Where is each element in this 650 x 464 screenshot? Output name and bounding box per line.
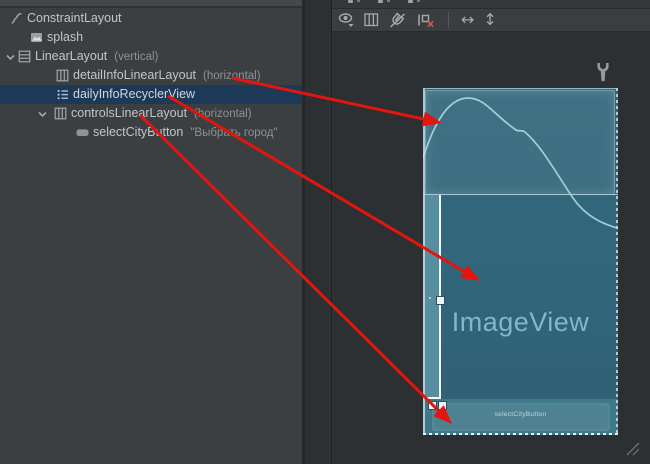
resize-handle-bottom-left[interactable] <box>428 401 437 410</box>
cutoff-caret-icon <box>357 0 360 2</box>
image-view-icon <box>30 31 43 44</box>
component-tree-panel: ConstraintLayoutsplashLinearLayout(verti… <box>0 0 302 464</box>
cutoff-icon <box>408 0 413 3</box>
clear-all-constraints-icon[interactable] <box>416 10 436 30</box>
tree-item-daily-info-recycler-view[interactable]: dailyInfoRecyclerView <box>0 85 302 104</box>
cutoff-icon <box>348 0 353 3</box>
cutoff-caret-icon <box>417 0 420 2</box>
tree-item-splash[interactable]: splash <box>0 28 302 47</box>
device-canvas[interactable]: ImageView selectCityButton <box>423 88 618 435</box>
tree-item-select-city-button[interactable]: selectCityButton"Выбрать город" <box>0 123 302 142</box>
tree-item-constraint-layout[interactable]: ConstraintLayout <box>0 9 302 28</box>
button-icon <box>76 126 89 139</box>
tree-item-label: detailInfoLinearLayout(horizontal) <box>73 66 261 86</box>
cutoff-caret-icon <box>387 0 390 2</box>
pan-horizontal-icon[interactable]: ↔ <box>461 10 474 30</box>
tree-item-linear-layout[interactable]: LinearLayout(vertical) <box>0 47 302 66</box>
cutoff-icon <box>378 0 383 3</box>
view-options-eye-icon[interactable] <box>338 10 355 30</box>
tree-item-meta: "Выбрать город" <box>190 127 277 139</box>
recycler-view-icon <box>56 88 69 101</box>
tree-item-label: dailyInfoRecyclerView <box>73 85 195 104</box>
panel-splitter[interactable] <box>302 0 305 464</box>
wrench-icon[interactable] <box>596 62 611 82</box>
chevron-down-icon[interactable] <box>36 108 49 121</box>
panel-top-strip <box>0 0 302 8</box>
resize-handle-bottom-right[interactable] <box>438 401 447 410</box>
resize-handle-mid[interactable] <box>436 296 445 305</box>
linear-layout-horizontal-icon <box>56 69 69 82</box>
linear-layout-horizontal-icon <box>54 107 67 120</box>
tree-item-meta: (vertical) <box>114 51 158 63</box>
canvas-right-dashed-edge <box>616 88 618 435</box>
tree-item-label: LinearLayout(vertical) <box>35 47 158 67</box>
surface-resize-grip-icon[interactable] <box>623 439 641 457</box>
tree-item-label: controlsLinearLayout(horizontal) <box>71 104 252 124</box>
toolbar-separator <box>448 12 449 28</box>
toolbar-cutoff-strip <box>332 0 650 9</box>
pane-edge-line <box>331 0 332 464</box>
anchor-dot <box>429 297 431 299</box>
canvas-left-edge <box>423 88 425 435</box>
switch-orientation-icon[interactable] <box>364 10 379 30</box>
tree-item-label: selectCityButton"Выбрать город" <box>93 123 278 143</box>
design-toolbar: ↔↕ <box>332 0 650 32</box>
splash-wave-curve <box>423 88 618 435</box>
autoconnect-off-magnet-icon[interactable] <box>388 10 407 30</box>
tree-item-label: ConstraintLayout <box>27 9 122 28</box>
chevron-down-icon[interactable] <box>4 51 17 64</box>
linear-layout-vertical-icon <box>18 50 31 63</box>
pan-vertical-icon[interactable]: ↕ <box>483 10 496 30</box>
tree-item-meta: (horizontal) <box>194 108 252 120</box>
tree-item-controls-linear-layout[interactable]: controlsLinearLayout(horizontal) <box>0 104 302 123</box>
tree-item-label: splash <box>47 28 83 47</box>
canvas-top-edge <box>423 88 618 89</box>
tree-item-detail-info-linear-layout[interactable]: detailInfoLinearLayout(horizontal) <box>0 66 302 85</box>
canvas-bottom-dashed-edge <box>423 433 618 435</box>
constraint-layout-icon <box>10 12 23 25</box>
tree-item-meta: (horizontal) <box>203 70 261 82</box>
